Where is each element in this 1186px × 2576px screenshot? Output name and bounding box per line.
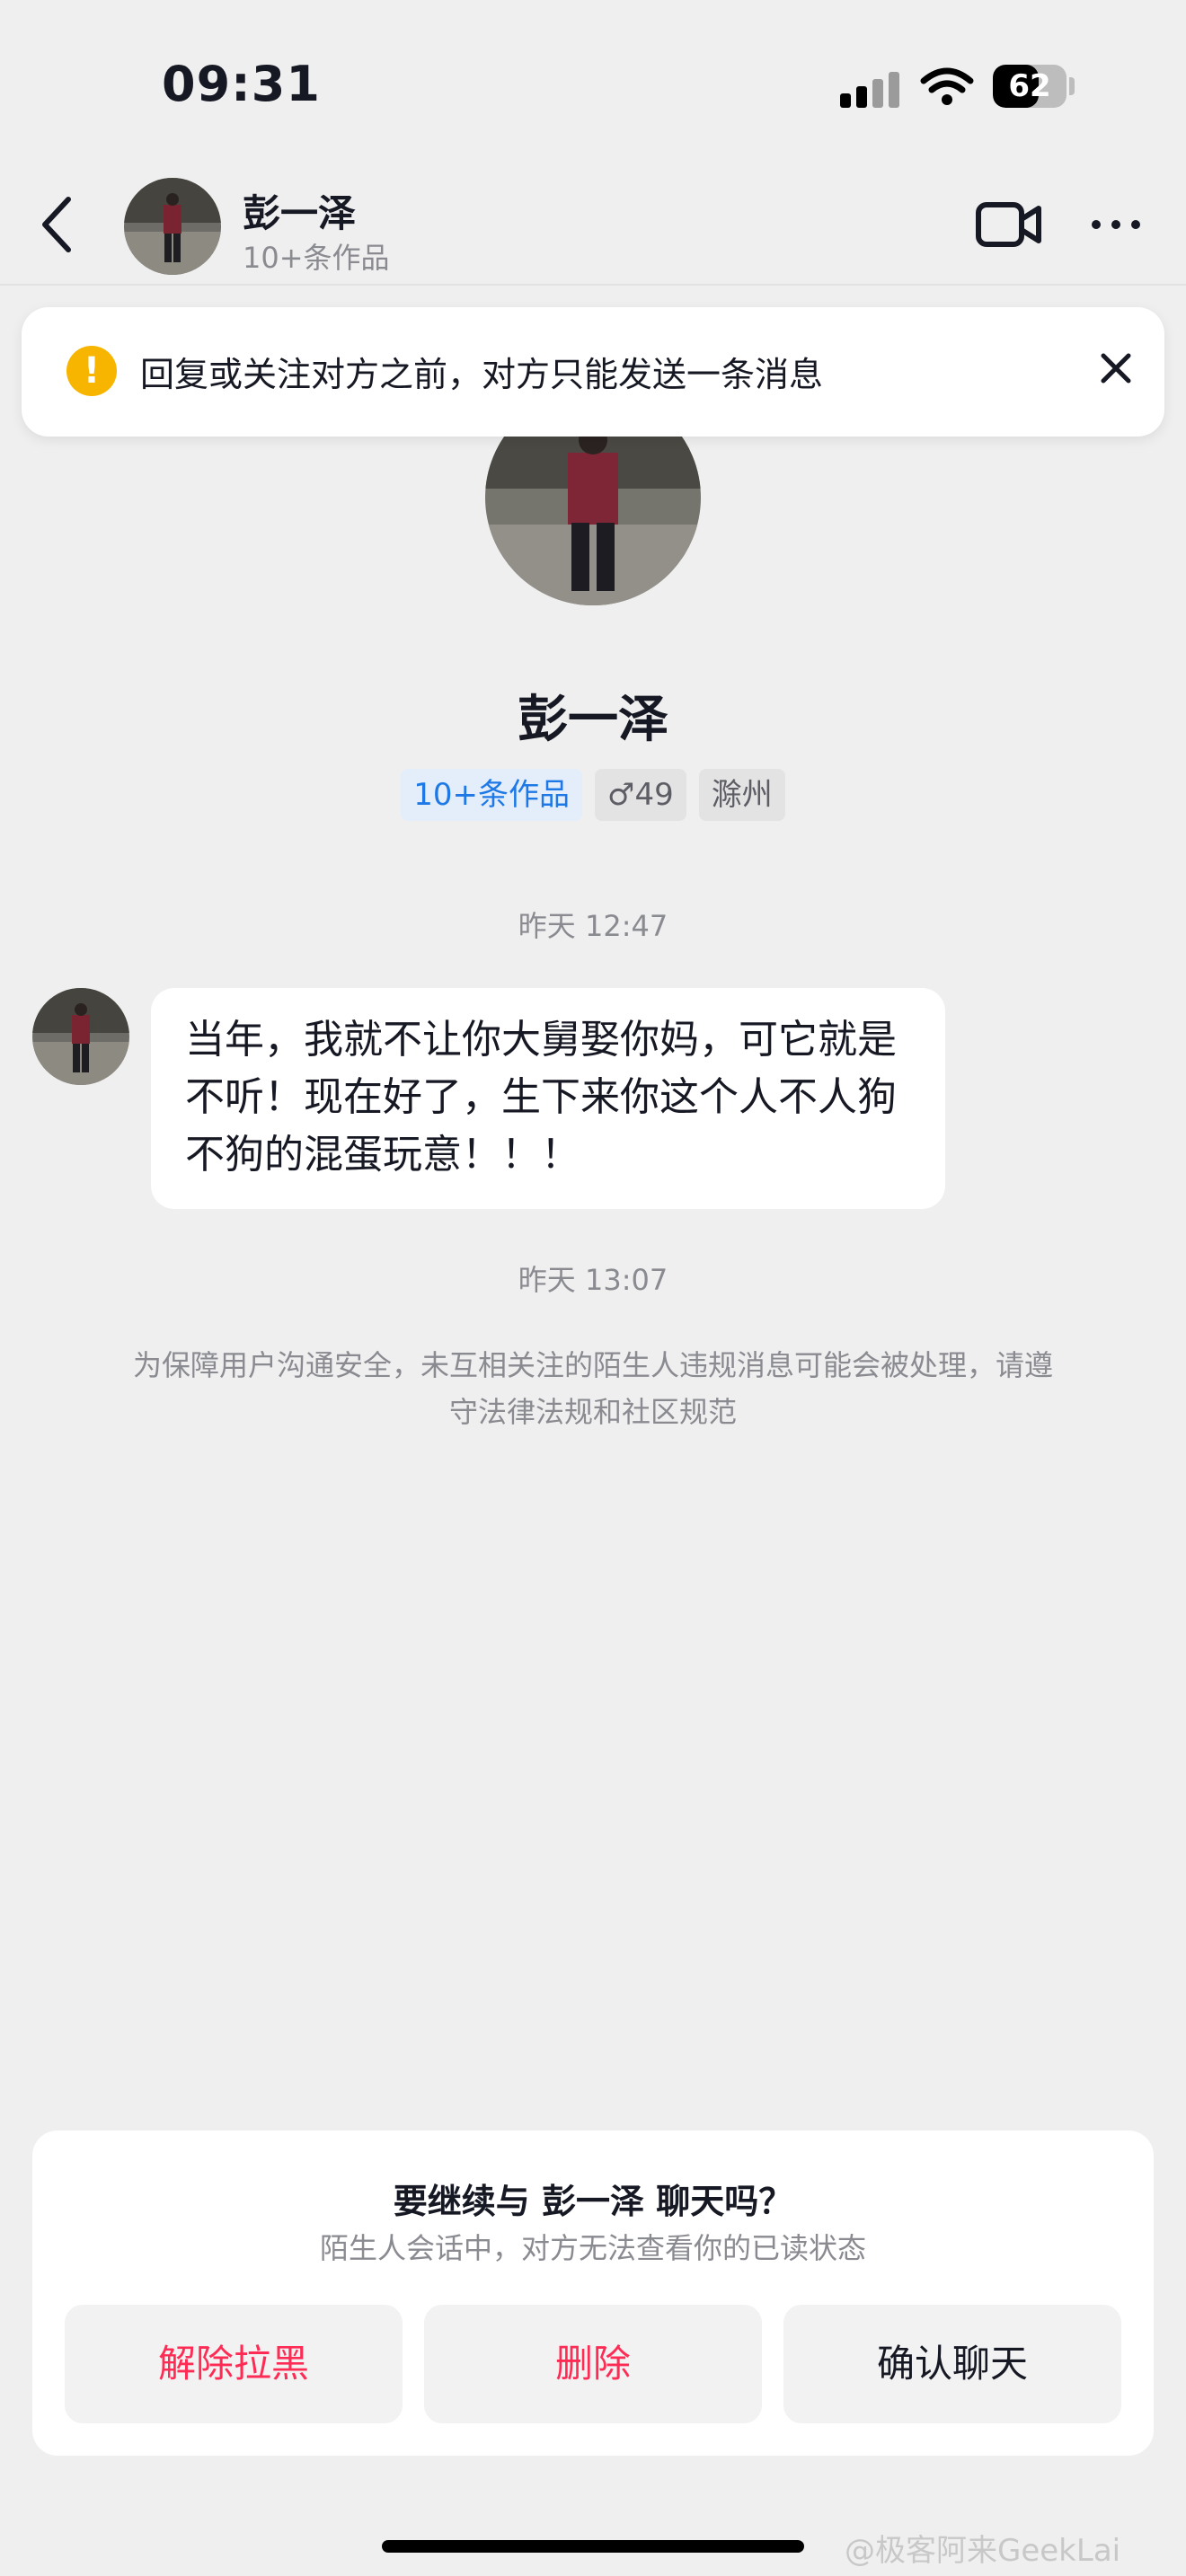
battery-icon: 62: [993, 65, 1067, 108]
notice-text: 回复或关注对方之前，对方只能发送一条消息: [140, 355, 824, 394]
message-avatar[interactable]: [32, 988, 129, 1085]
timestamp: 昨天 13:07: [518, 1263, 668, 1297]
header-subtitle: 10+条作品: [243, 241, 390, 275]
back-icon[interactable]: [36, 194, 81, 255]
works-tag[interactable]: 10+条作品: [401, 769, 582, 821]
delete-button[interactable]: 删除: [424, 2305, 762, 2423]
header-avatar[interactable]: [124, 178, 221, 275]
confirm-chat-button[interactable]: 确认聊天: [783, 2305, 1121, 2423]
card-title: 要继续与 彭一泽 聊天吗？: [393, 2182, 793, 2221]
card-subtitle: 陌生人会话中，对方无法查看你的已读状态: [319, 2231, 866, 2265]
profile-tags: 10+条作品 ♂49 滁州: [0, 769, 1186, 821]
timestamp: 昨天 12:47: [518, 909, 668, 943]
watermark: @极客阿来GeekLai: [845, 2533, 1121, 2569]
warning-icon: !: [66, 346, 117, 396]
unblock-button[interactable]: 解除拉黑: [65, 2305, 403, 2423]
message-bubble[interactable]: 当年，我就不让你大舅娶你妈，可它就是不听！现在好了，生下来你这个人不人狗不狗的混…: [151, 988, 945, 1209]
status-time: 09:31: [162, 56, 321, 112]
home-indicator[interactable]: [382, 2540, 804, 2553]
close-icon[interactable]: [1098, 350, 1134, 386]
more-icon[interactable]: [1089, 216, 1143, 234]
profile-name: 彭一泽: [518, 691, 668, 749]
header-name[interactable]: 彭一泽: [243, 183, 356, 238]
header-divider: [0, 284, 1186, 286]
safety-notice: 为保障用户沟通安全，未互相关注的陌生人违规消息可能会被处理，请遵守法律法规和社区…: [132, 1348, 1053, 1429]
wifi-icon: [920, 67, 974, 105]
battery-percent: 62: [1008, 68, 1051, 104]
gender-age-tag: ♂49: [595, 769, 686, 821]
signal-icon: [840, 68, 899, 108]
location-tag: 滁州: [698, 769, 785, 821]
battery-tip: [1069, 77, 1075, 95]
video-call-icon[interactable]: [976, 199, 1042, 250]
